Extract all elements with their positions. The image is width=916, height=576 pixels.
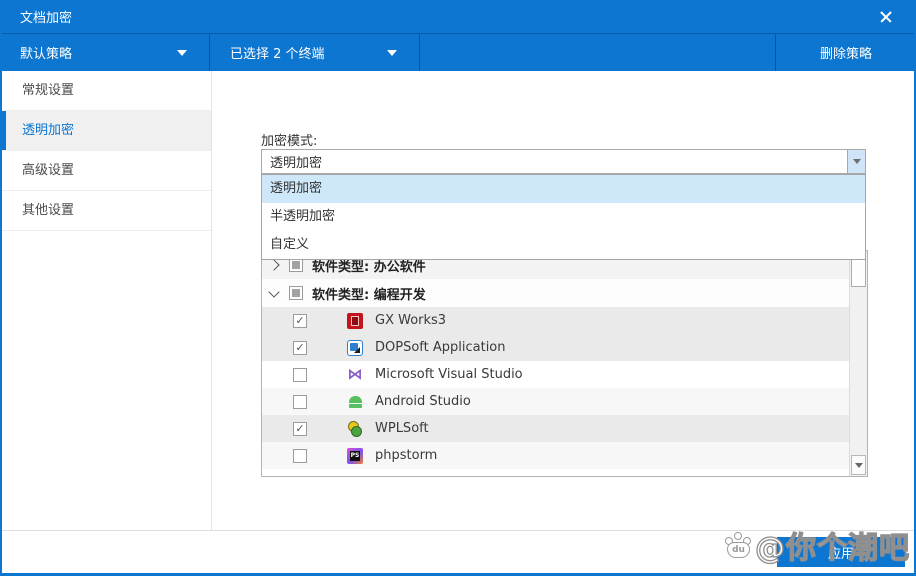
tree-app-row[interactable]: EditPlus (262, 469, 849, 476)
visual-studio-icon (347, 367, 363, 383)
checkbox[interactable] (293, 341, 307, 355)
sidebar-item-3[interactable]: 其他设置 (2, 191, 211, 231)
checkbox[interactable] (293, 314, 307, 328)
app-name: EditPlus (373, 475, 425, 476)
encryption-mode-value: 透明加密 (262, 152, 847, 171)
tree-app-row[interactable]: GX Works3 (262, 307, 849, 334)
dialog-body: 常规设置透明加密高级设置其他设置 加密模式: 透明加密 软件类型: 办公软件软件… (2, 71, 914, 530)
group-label: 软件类型: 编程开发 (312, 284, 426, 303)
tristate-checkbox[interactable] (289, 286, 303, 300)
terminals-dropdown-label: 已选择 2 个终端 (230, 43, 325, 62)
chevron-down-icon[interactable] (268, 286, 279, 297)
encryption-mode-label: 加密模式: (261, 130, 317, 149)
app-name: DOPSoft Application (375, 340, 506, 355)
checkbox[interactable] (293, 368, 307, 382)
tristate-checkbox[interactable] (289, 258, 303, 272)
wplsoft-icon (347, 421, 363, 437)
toolbar: 默认策略 已选择 2 个终端 删除策略 (0, 33, 916, 71)
select-arrow-button[interactable] (847, 150, 865, 173)
policy-dropdown-label: 默认策略 (20, 43, 72, 62)
apply-button[interactable]: 应用 (777, 537, 905, 567)
titlebar: 文档加密 (0, 0, 916, 33)
chevron-down-icon (177, 50, 187, 56)
app-name: WPLSoft (375, 421, 429, 436)
app-name: GX Works3 (375, 313, 446, 328)
gx-works3-icon (347, 313, 363, 329)
sidebar-item-1[interactable]: 透明加密 (2, 111, 211, 151)
window-title: 文档加密 (20, 7, 72, 26)
policy-dropdown[interactable]: 默认策略 (0, 34, 210, 71)
footer-bar: 应用 (2, 530, 914, 573)
encryption-mode-popup: 透明加密半透明加密自定义 (261, 174, 866, 260)
mode-option-2[interactable]: 自定义 (262, 231, 865, 259)
app-name: Microsoft Visual Studio (375, 367, 523, 382)
dopsoft-icon (347, 340, 363, 356)
terminals-dropdown[interactable]: 已选择 2 个终端 (210, 34, 420, 71)
chevron-right-icon[interactable] (268, 259, 279, 270)
software-tree: 软件类型: 办公软件软件类型: 编程开发GX Works3DOPSoft App… (261, 250, 868, 477)
checkbox[interactable] (293, 422, 307, 436)
tree-app-row[interactable]: Microsoft Visual Studio (262, 361, 849, 388)
scrollbar-down-button[interactable] (851, 455, 866, 475)
transparent-encryption-panel: 加密模式: 透明加密 软件类型: 办公软件软件类型: 编程开发GX Works3… (212, 71, 914, 530)
close-icon (876, 7, 896, 27)
delete-policy-label: 删除策略 (820, 43, 872, 62)
tree-app-row[interactable]: WPLSoft (262, 415, 849, 442)
editplus-icon (347, 476, 361, 477)
sidebar-item-2[interactable]: 高级设置 (2, 151, 211, 191)
mode-option-0[interactable]: 透明加密 (262, 175, 865, 203)
android-studio-icon (347, 394, 363, 410)
tree-group-row[interactable]: 软件类型: 编程开发 (262, 279, 849, 307)
chevron-down-icon (387, 50, 397, 56)
toolbar-spacer (420, 34, 776, 71)
software-tree-rows: 软件类型: 办公软件软件类型: 编程开发GX Works3DOPSoft App… (262, 251, 849, 476)
vertical-scrollbar[interactable] (849, 251, 867, 476)
tree-app-row[interactable]: DOPSoft Application (262, 334, 849, 361)
checkbox[interactable] (293, 476, 307, 477)
close-button[interactable] (876, 7, 896, 27)
mode-option-1[interactable]: 半透明加密 (262, 203, 865, 231)
phpstorm-icon (347, 448, 363, 464)
tree-app-row[interactable]: phpstorm (262, 442, 849, 469)
sidebar-item-0[interactable]: 常规设置 (2, 71, 211, 111)
encryption-mode-select[interactable]: 透明加密 (261, 149, 866, 174)
delete-policy-button[interactable]: 删除策略 (776, 34, 916, 71)
document-encryption-window: 文档加密 默认策略 已选择 2 个终端 删除策略 常规设置透明加密高级设置其他设… (0, 0, 916, 576)
settings-sidebar: 常规设置透明加密高级设置其他设置 (2, 71, 212, 530)
app-name: phpstorm (375, 448, 437, 463)
checkbox[interactable] (293, 449, 307, 463)
checkbox[interactable] (293, 395, 307, 409)
tree-app-row[interactable]: Android Studio (262, 388, 849, 415)
app-name: Android Studio (375, 394, 471, 409)
